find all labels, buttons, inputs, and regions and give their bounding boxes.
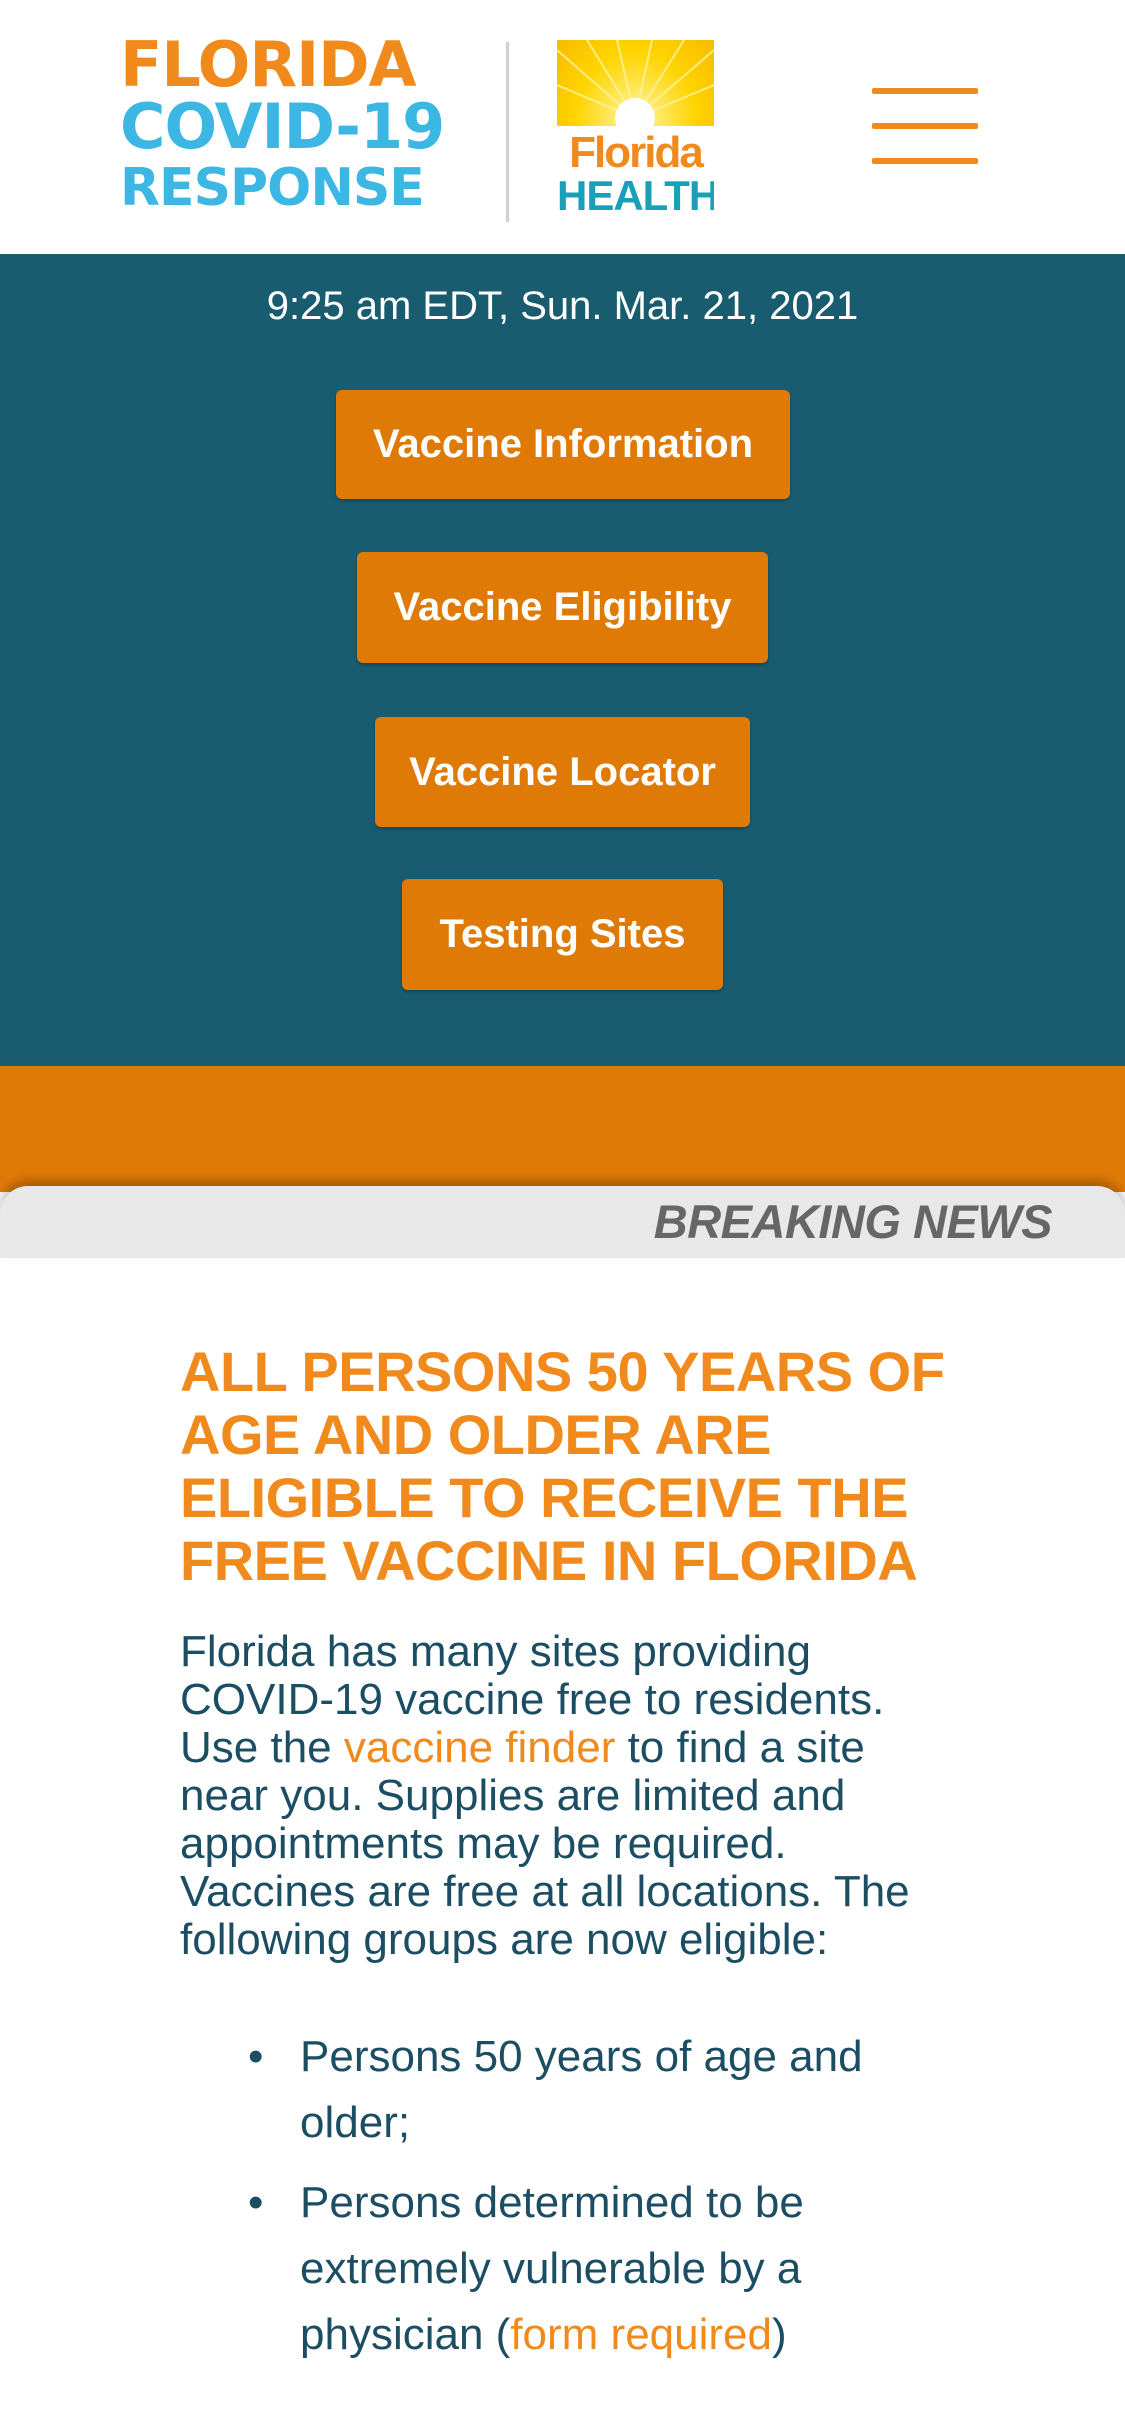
hamburger-menu-icon[interactable]: [872, 88, 978, 164]
logo-divider: [506, 42, 509, 222]
form-required-link[interactable]: form required: [510, 2310, 772, 2359]
vaccine-eligibility-button[interactable]: Vaccine Eligibility: [357, 552, 768, 663]
site-header: FLORIDA COVID-19 RESPONSE Florida HEALTH: [0, 0, 1125, 254]
florida-health-logo[interactable]: Florida HEALTH: [557, 40, 714, 221]
vaccine-information-button[interactable]: Vaccine Information: [336, 390, 790, 499]
logo-line-florida: FLORIDA: [120, 28, 417, 101]
orange-band: [0, 1066, 1125, 1192]
update-timestamp: 9:25 am EDT, Sun. Mar. 21, 2021: [266, 284, 859, 328]
eligible-groups-list: • Persons 50 years of age and older; • P…: [180, 2024, 950, 2368]
logo-line-covid19: COVID-19: [120, 90, 445, 163]
bullet-icon: •: [248, 2032, 264, 2081]
logo-line-response: RESPONSE: [120, 158, 425, 218]
list-item: • Persons determined to be extremely vul…: [180, 2170, 950, 2368]
bullet-icon: •: [248, 2178, 264, 2227]
testing-sites-button[interactable]: Testing Sites: [402, 879, 723, 990]
list-item-text: ): [771, 2310, 787, 2359]
vaccine-finder-link[interactable]: vaccine finder: [344, 1723, 615, 1772]
article-body: Florida has many sites providing COVID-1…: [180, 1628, 950, 1964]
health-logo-florida: Florida: [569, 128, 704, 177]
vaccine-locator-button[interactable]: Vaccine Locator: [375, 717, 750, 827]
menu-bar: [872, 88, 978, 94]
hero-section: 9:25 am EDT, Sun. Mar. 21, 2021 Vaccine …: [0, 254, 1125, 1066]
breaking-news-label: BREAKING NEWS: [653, 1195, 1053, 1248]
menu-bar: [872, 123, 978, 129]
florida-covid19-response-logo[interactable]: FLORIDA COVID-19 RESPONSE: [120, 28, 470, 219]
list-item: • Persons 50 years of age and older;: [180, 2024, 950, 2156]
health-logo-health: HEALTH: [557, 172, 714, 219]
menu-bar: [872, 158, 978, 164]
breaking-news-bar: BREAKING NEWS: [0, 1186, 1125, 1258]
article-headline: ALL PERSONS 50 YEARS OF AGE AND OLDER AR…: [180, 1340, 945, 1592]
news-article: ALL PERSONS 50 YEARS OF AGE AND OLDER AR…: [180, 1340, 950, 2382]
list-item-text: Persons 50 years of age and older;: [300, 2032, 863, 2147]
